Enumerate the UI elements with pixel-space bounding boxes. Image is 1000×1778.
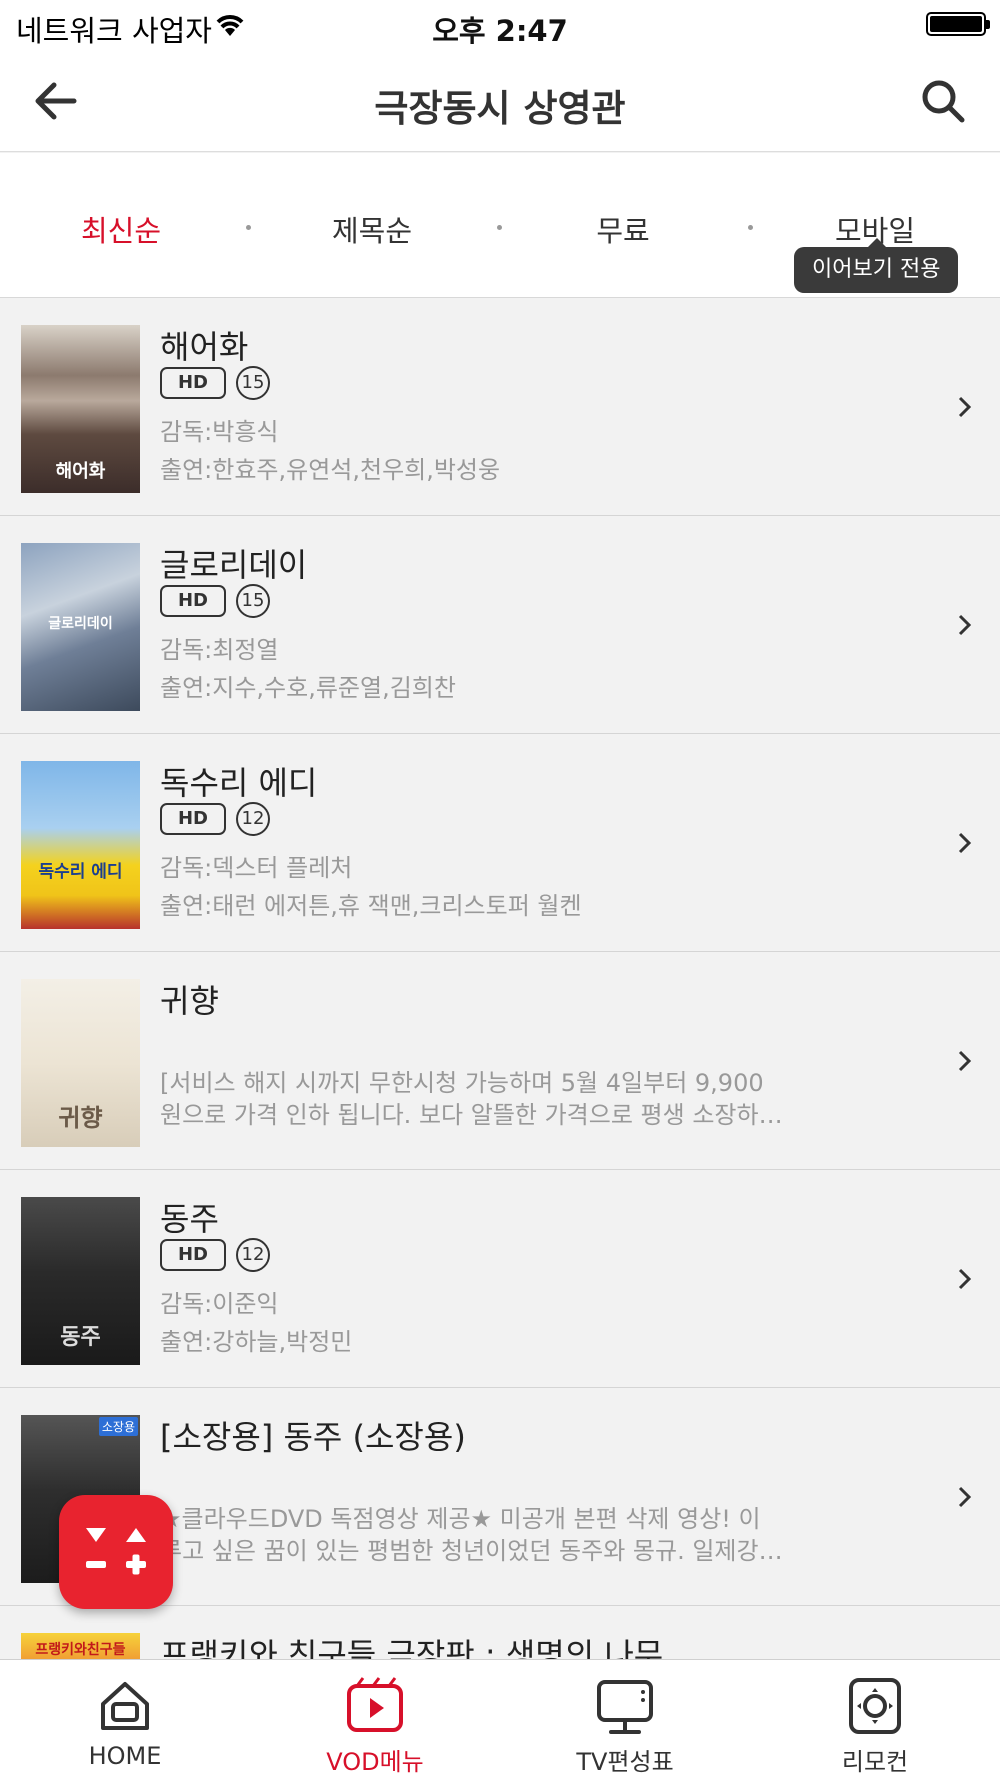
description-line: 루고 싶은 꿈이 있는 평범한 청년이었던 동주와 몽규. 일제강점기 — [160, 1537, 800, 1565]
tv-icon — [597, 1680, 653, 1734]
remote-control-icon — [86, 1528, 146, 1575]
hd-badge: HD — [160, 1239, 226, 1271]
movie-title: 프랭키와 친구들 극장판 : 생명의 나무 — [160, 1636, 664, 1659]
tab-label: HOME — [88, 1742, 162, 1770]
floating-remote-button[interactable] — [59, 1495, 173, 1609]
sort-divider — [497, 225, 502, 230]
sort-divider — [748, 225, 753, 230]
movie-cast: 출연:강하늘,박정민 — [160, 1328, 353, 1356]
home-icon — [101, 1682, 149, 1730]
sort-latest[interactable]: 최신순 — [21, 208, 221, 250]
age-rating-badge: 15 — [236, 584, 270, 618]
hd-badge: HD — [160, 367, 226, 399]
poster-title: 글로리데이 — [48, 616, 113, 632]
movie-cast: 출연:지수,수호,류준열,김희찬 — [160, 674, 456, 702]
remote-icon — [849, 1678, 901, 1734]
badge-group: HD 12 — [160, 802, 270, 836]
movie-title: 귀향 — [160, 982, 219, 1020]
status-bar: 네트워크 사업자 오후 2:47 — [0, 0, 1000, 50]
movie-title: [소장용] 동주 (소장용) — [160, 1418, 466, 1456]
movie-description: [서비스 해지 시까지 무한시청 가능하며 5월 4일부터 9,900 원으로 … — [160, 1067, 800, 1131]
age-rating-badge: 12 — [236, 1238, 270, 1272]
tab-label: VOD메뉴 — [326, 1748, 424, 1776]
badge-group: HD 15 — [160, 366, 270, 400]
page-title: 극장동시 상영관 — [374, 87, 626, 130]
movie-director: 감독:박흥식 — [160, 418, 279, 446]
mobile-tooltip: 이어보기 전용 — [794, 238, 959, 293]
list-item[interactable]: 글로리데이 글로리데이 HD 15 감독:최정열 출연:지수,수호,류준열,김희찬 — [0, 516, 1000, 734]
movie-poster: 독수리 에디 — [21, 761, 140, 929]
movie-director: 감독:최정열 — [160, 636, 279, 664]
list-item[interactable]: 독수리 에디 독수리 에디 HD 12 감독:덱스터 플레처 출연:태런 에저튼,… — [0, 734, 1000, 952]
chevron-right-icon — [958, 1050, 972, 1072]
poster-title: 귀향 — [58, 1103, 103, 1132]
collector-badge: 소장용 — [98, 1417, 138, 1436]
chevron-right-icon — [958, 614, 972, 636]
sort-bar: 최신순 제목순 무료 모바일 이어보기 전용 — [0, 153, 1000, 298]
list-item[interactable]: 귀향 귀향 [서비스 해지 시까지 무한시청 가능하며 5월 4일부터 9,90… — [0, 952, 1000, 1170]
sort-title[interactable]: 제목순 — [272, 208, 472, 250]
movie-cast: 출연:태런 에저튼,휴 잭맨,크리스토퍼 월켄 — [160, 892, 582, 920]
age-rating-badge: 12 — [236, 802, 270, 836]
chevron-right-icon — [958, 1486, 972, 1508]
play-icon — [347, 1677, 403, 1732]
tab-home[interactable]: HOME — [0, 1660, 250, 1778]
sort-free[interactable]: 무료 — [523, 208, 723, 250]
list-item[interactable]: 동주 동주 HD 12 감독:이준익 출연:강하늘,박정민 — [0, 1170, 1000, 1388]
movie-poster: 해어화 — [21, 325, 140, 493]
battery-icon — [926, 12, 990, 36]
sort-divider — [246, 225, 251, 230]
poster-title: 프랭키와친구들 — [35, 1642, 126, 1658]
description-line: ★클라우드DVD 독점영상 제공★ 미공개 본편 삭제 영상! 이 — [160, 1505, 761, 1533]
movie-title: 해어화 — [160, 328, 249, 366]
movie-cast: 출연:한효주,유연석,천우희,박성웅 — [160, 456, 501, 484]
chevron-right-icon — [958, 396, 972, 418]
badge-group: HD 15 — [160, 584, 270, 618]
tab-label: 리모컨 — [841, 1748, 909, 1776]
movie-poster: 글로리데이 — [21, 543, 140, 711]
movie-title: 독수리 에디 — [160, 764, 318, 802]
tab-label: TV편성표 — [576, 1748, 674, 1776]
age-rating-badge: 15 — [236, 366, 270, 400]
nav-bar: 극장동시 상영관 — [0, 50, 1000, 152]
tab-bar: HOME VOD메뉴 TV편성표 리모컨 — [0, 1659, 1000, 1778]
movie-title: 글로리데이 — [160, 546, 308, 584]
poster-title: 독수리 에디 — [38, 862, 123, 882]
poster-title: 동주 — [60, 1324, 101, 1350]
movie-poster: 동주 — [21, 1197, 140, 1365]
description-line: 원으로 가격 인하 됩니다. 보다 알뜰한 가격으로 평생 소장하세요] — [160, 1101, 800, 1129]
movie-director: 감독:이준익 — [160, 1290, 279, 1318]
tab-vod-menu[interactable]: VOD메뉴 — [250, 1660, 500, 1778]
chevron-right-icon — [958, 1268, 972, 1290]
badge-group: HD 12 — [160, 1238, 270, 1272]
movie-title: 동주 — [160, 1200, 219, 1238]
movie-description: ★클라우드DVD 독점영상 제공★ 미공개 본편 삭제 영상! 이 루고 싶은 … — [160, 1503, 800, 1567]
movie-poster: 귀향 — [21, 979, 140, 1147]
movie-list: 해어화 해어화 HD 15 감독:박흥식 출연:한효주,유연석,천우희,박성웅 글… — [0, 298, 1000, 1659]
list-item[interactable]: 해어화 해어화 HD 15 감독:박흥식 출연:한효주,유연석,천우희,박성웅 — [0, 298, 1000, 516]
poster-title: 해어화 — [55, 461, 106, 482]
list-item[interactable]: 프랭키와친구들 프랭키와 친구들 극장판 : 생명의 나무 — [0, 1606, 1000, 1659]
search-icon[interactable] — [918, 76, 968, 126]
chevron-right-icon — [958, 832, 972, 854]
hd-badge: HD — [160, 803, 226, 835]
tab-remote[interactable]: 리모컨 — [750, 1660, 1000, 1778]
tab-tv-schedule[interactable]: TV편성표 — [500, 1660, 750, 1778]
hd-badge: HD — [160, 585, 226, 617]
movie-poster: 프랭키와친구들 — [21, 1633, 140, 1659]
movie-director: 감독:덱스터 플레처 — [160, 854, 353, 882]
description-line: [서비스 해지 시까지 무한시청 가능하며 5월 4일부터 9,900 — [160, 1069, 764, 1097]
status-time: 오후 2:47 — [432, 14, 568, 48]
